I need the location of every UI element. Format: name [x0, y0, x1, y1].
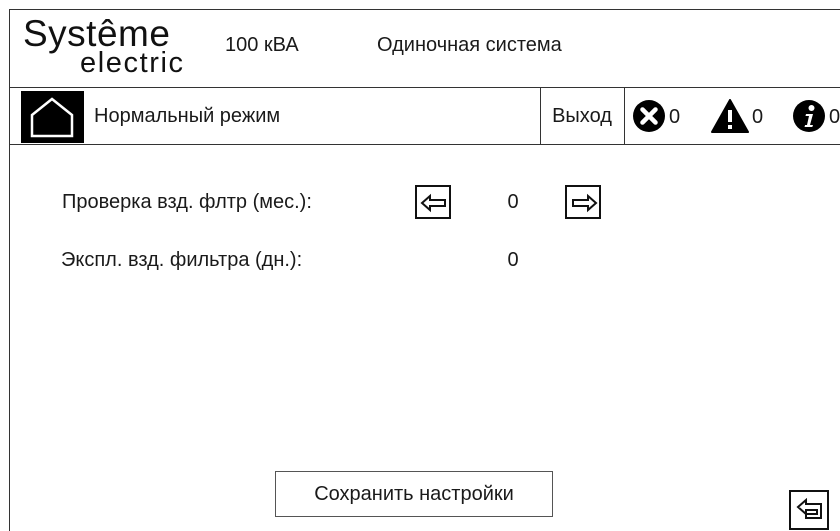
- warning-icon: [711, 99, 749, 133]
- filter-runtime-value: 0: [507, 249, 519, 271]
- operating-mode: Нормальный режим: [94, 105, 281, 127]
- logo-line-2: electric: [80, 47, 185, 79]
- power-rating: 100 кВА: [225, 34, 299, 56]
- info-counter[interactable]: 0: [792, 99, 840, 133]
- exit-button[interactable]: Выход: [540, 88, 624, 144]
- back-icon: [796, 498, 822, 519]
- decrease-button[interactable]: [415, 185, 451, 219]
- divider: [624, 88, 625, 144]
- warning-count: 0: [752, 106, 764, 128]
- screen-frame: Systême electric 100 кВА Одиночная систе…: [9, 9, 840, 531]
- info-icon: [793, 100, 825, 132]
- system-type: Одиночная система: [377, 34, 562, 56]
- status-bar: Нормальный режим Выход 0 0 0: [10, 88, 840, 145]
- filter-check-label: Проверка взд. флтр (мес.):: [62, 191, 312, 213]
- info-count: 0: [829, 106, 840, 128]
- filter-check-value: 0: [507, 191, 519, 213]
- header: Systême electric 100 кВА Одиночная систе…: [10, 10, 840, 88]
- increase-button[interactable]: [565, 185, 601, 219]
- arrow-left-icon: [420, 193, 446, 213]
- brand-logo: Systême electric: [23, 14, 213, 84]
- warning-counter[interactable]: 0: [711, 99, 771, 133]
- error-icon: [633, 100, 665, 132]
- alarm-counter[interactable]: 0: [632, 99, 692, 133]
- home-icon: [30, 97, 74, 138]
- arrow-right-icon: [572, 193, 598, 213]
- alarm-count: 0: [669, 106, 681, 128]
- back-button[interactable]: [789, 490, 829, 530]
- home-button[interactable]: [21, 91, 84, 143]
- filter-runtime-label: Экспл. взд. фильтра (дн.):: [61, 249, 303, 271]
- save-settings-button[interactable]: Сохранить настройки: [275, 471, 553, 517]
